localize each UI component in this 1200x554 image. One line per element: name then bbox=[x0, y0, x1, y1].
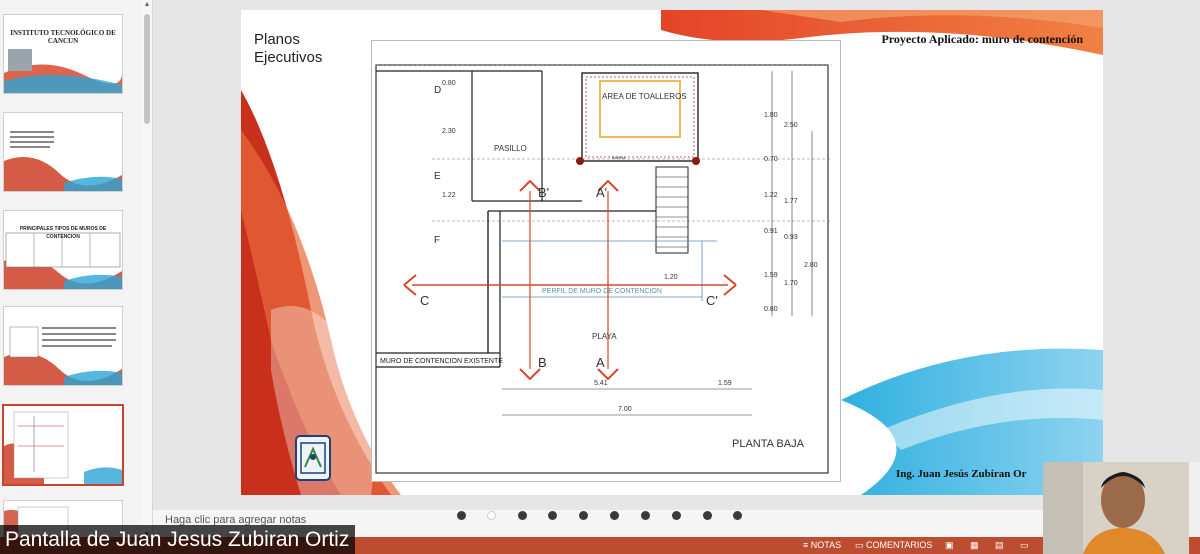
dim-right-0: 1.80 bbox=[764, 112, 778, 119]
dim-left-2: 1.22 bbox=[442, 192, 456, 199]
floor-plan-drawing: AREA DE TOALLEROS PASILLO PLAYA BARRA D … bbox=[371, 40, 841, 482]
comments-icon: ▭ bbox=[855, 540, 864, 550]
floor-plan-svg: AREA DE TOALLEROS PASILLO PLAYA BARRA D … bbox=[375, 64, 832, 474]
dim-misc-120: 1.20 bbox=[664, 274, 678, 281]
page-dot-6[interactable] bbox=[610, 511, 619, 520]
comments-button[interactable]: ▭ COMENTARIOS bbox=[855, 539, 932, 552]
notes-button-label: NOTAS bbox=[810, 540, 842, 550]
webcam-scrollbar[interactable] bbox=[1189, 462, 1200, 537]
page-dot-10[interactable] bbox=[733, 511, 742, 520]
cut-label-a: A bbox=[596, 355, 605, 370]
dim-right-6: 0.93 bbox=[784, 234, 798, 241]
slide-thumbnail-pane[interactable]: INSTITUTO TECNOLÓGICO DE CANCUN PRINCIPA… bbox=[0, 0, 153, 540]
slide-thumbnail-4[interactable] bbox=[3, 306, 123, 386]
slide-thumbnail-1-title: INSTITUTO TECNOLÓGICO DE CANCUN bbox=[10, 29, 116, 45]
slideshow-view-icon[interactable]: ▭ bbox=[1020, 539, 1029, 552]
cut-label-c: C bbox=[420, 293, 429, 308]
cut-label-b-prime: B' bbox=[538, 185, 549, 200]
slide-sorter-view-icon[interactable]: ▦ bbox=[970, 539, 979, 552]
page-dot-8[interactable] bbox=[672, 511, 681, 520]
notes-button[interactable]: ≡ NOTAS bbox=[803, 539, 841, 552]
reading-view-icon[interactable]: ▤ bbox=[995, 539, 1004, 552]
dim-right-7: 1.59 bbox=[764, 272, 778, 279]
institute-logo-mark bbox=[300, 442, 326, 474]
dim-right-8: 1.70 bbox=[784, 280, 798, 287]
note-cut-line: PERFIL DE MURO DE CONTENCION bbox=[542, 288, 662, 295]
slide-heading-line2: Ejecutivos bbox=[254, 49, 323, 66]
dim-right-10: 0.80 bbox=[764, 306, 778, 313]
scroll-up-arrow-icon[interactable]: ▲ bbox=[142, 0, 152, 10]
page-dot-1[interactable] bbox=[457, 511, 466, 520]
room-label-playa: PLAYA bbox=[592, 332, 617, 341]
axis-label-d: D bbox=[434, 85, 441, 96]
normal-view-icon[interactable]: ▣ bbox=[945, 539, 954, 552]
page-dot-3[interactable] bbox=[518, 511, 527, 520]
note-barra: BARRA bbox=[612, 155, 626, 160]
slide-thumbnail-1[interactable]: INSTITUTO TECNOLÓGICO DE CANCUN bbox=[3, 14, 123, 94]
page-dot-7[interactable] bbox=[641, 511, 650, 520]
page-dot-5[interactable] bbox=[579, 511, 588, 520]
slide-thumbnail-4-background bbox=[4, 326, 122, 385]
webcam-video bbox=[1043, 462, 1189, 554]
dim-misc-700: 7.00 bbox=[618, 406, 632, 413]
cut-label-a-prime: A' bbox=[596, 185, 607, 200]
slide-thumbnail-3-background bbox=[4, 232, 122, 289]
slide-thumbnail-3[interactable]: PRINCIPALES TIPOS DE MUROS DE CONTENCION bbox=[3, 210, 123, 290]
dim-left-0: 0.80 bbox=[442, 80, 456, 87]
slide-thumbnail-5-selected[interactable] bbox=[2, 404, 124, 486]
comments-button-label: COMENTARIOS bbox=[866, 540, 933, 550]
axis-label-e: E bbox=[434, 171, 441, 182]
slide-thumbnail-2-background bbox=[4, 131, 122, 191]
project-title: Proyecto Aplicado: muro de contención bbox=[881, 32, 1083, 46]
dim-right-3: 1.22 bbox=[764, 192, 778, 199]
dim-right-9: 2.80 bbox=[804, 262, 818, 269]
cut-label-c-prime: C' bbox=[706, 293, 718, 308]
screen-share-label: Pantalla de Juan Jesus Zubiran Ortiz bbox=[0, 525, 356, 554]
institute-logo-icon bbox=[295, 435, 331, 481]
dim-right-2: 0.70 bbox=[764, 156, 778, 163]
room-label-toallero: AREA DE TOALLEROS bbox=[602, 92, 687, 101]
scrollbar-thumb[interactable] bbox=[144, 14, 150, 124]
slide-thumbnail-2[interactable] bbox=[3, 112, 123, 192]
page-dot-4[interactable] bbox=[548, 511, 557, 520]
page-dot-2-active[interactable] bbox=[487, 511, 496, 520]
current-slide[interactable]: Planos Ejecutivos Proyecto Aplicado: mur… bbox=[241, 10, 1103, 495]
cut-label-b: B bbox=[538, 355, 547, 370]
note-planta-baja: PLANTA BAJA bbox=[732, 438, 805, 450]
slide-heading-line1: Planos bbox=[254, 31, 300, 48]
slide-thumbnail-3-title: PRINCIPALES TIPOS DE MUROS DE CONTENCION bbox=[19, 226, 107, 240]
slide-thumbnail-5-background bbox=[4, 411, 122, 484]
presenter-video-frame bbox=[1043, 462, 1189, 554]
note-muro-existente: MURO DE CONTENCION EXISTENTE bbox=[380, 358, 503, 365]
page-dot-9[interactable] bbox=[703, 511, 712, 520]
room-label-pasillo: PASILLO bbox=[494, 144, 527, 153]
notes-icon: ≡ bbox=[803, 540, 809, 550]
slide-thumbnail-1-background bbox=[4, 49, 122, 93]
dim-right-4: 1.77 bbox=[784, 198, 798, 205]
axis-label-f: F bbox=[434, 235, 440, 246]
dim-right-1: 2.50 bbox=[784, 122, 798, 129]
dim-misc-159: 1.59 bbox=[718, 380, 732, 387]
dim-right-5: 0.91 bbox=[764, 228, 778, 235]
author-name: Ing. Juan Jesús Zubiran Or bbox=[896, 468, 1027, 480]
thumbnail-scrollbar[interactable]: ▲ ▼ bbox=[142, 0, 152, 540]
dim-left-1: 2.30 bbox=[442, 128, 456, 135]
dim-misc-541: 5.41 bbox=[594, 380, 608, 387]
